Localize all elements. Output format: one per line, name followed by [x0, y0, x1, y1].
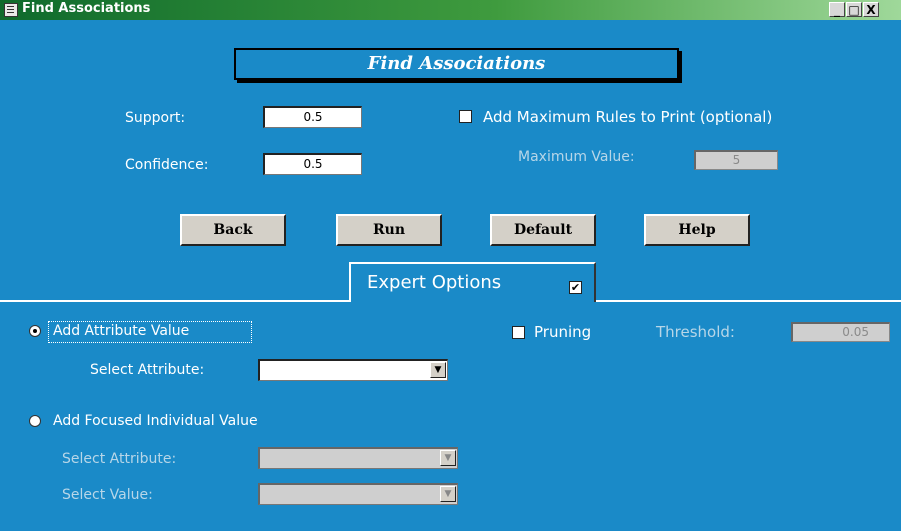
- attribute-value-radio[interactable]: [29, 325, 41, 337]
- form-icon: [4, 3, 18, 17]
- help-button[interactable]: Help: [644, 214, 750, 246]
- minimize-button[interactable]: _: [829, 2, 845, 17]
- maximize-button[interactable]: □: [846, 2, 862, 17]
- tab-baseline-left: [0, 300, 349, 302]
- focused-select-value-dropdown: ▼: [258, 483, 458, 505]
- confidence-label: Confidence:: [125, 157, 209, 173]
- max-rules-checkbox[interactable]: [459, 110, 472, 123]
- expert-options-checkbox[interactable]: ✔: [569, 281, 582, 294]
- close-button[interactable]: X: [863, 2, 879, 17]
- focused-select-attribute-label: Select Attribute:: [62, 451, 177, 467]
- support-label: Support:: [125, 110, 186, 126]
- title-bar[interactable]: Find Associations _ □ X: [0, 0, 901, 20]
- focused-value-radio[interactable]: [29, 415, 41, 427]
- select-attribute-dropdown[interactable]: ▼: [258, 359, 448, 381]
- max-value-label: Maximum Value:: [518, 149, 635, 165]
- focused-select-attribute-dropdown: ▼: [258, 447, 458, 469]
- dropdown-arrow-icon: ▼: [440, 450, 456, 466]
- threshold-label: Threshold:: [656, 323, 735, 341]
- default-button[interactable]: Default: [490, 214, 596, 246]
- pruning-checkbox[interactable]: [512, 326, 525, 339]
- focused-value-label: Add Focused Individual Value: [53, 413, 258, 429]
- max-value-input: 5: [694, 150, 778, 170]
- dropdown-arrow-icon[interactable]: ▼: [430, 362, 446, 378]
- dropdown-arrow-icon: ▼: [440, 486, 456, 502]
- back-button[interactable]: Back: [180, 214, 286, 246]
- attribute-value-label: Add Attribute Value: [53, 323, 190, 339]
- focused-select-value-label: Select Value:: [62, 487, 153, 503]
- max-rules-label: Add Maximum Rules to Print (optional): [483, 108, 773, 126]
- select-attribute-label: Select Attribute:: [90, 362, 205, 378]
- expert-options-label: Expert Options: [367, 272, 502, 293]
- radio-selected-dot: [33, 329, 37, 333]
- run-button[interactable]: Run: [336, 214, 442, 246]
- window-title: Find Associations: [22, 1, 151, 16]
- support-input[interactable]: 0.5: [263, 106, 362, 128]
- header-panel: Find Associations: [234, 48, 679, 80]
- threshold-input: 0.05: [791, 322, 890, 342]
- tab-baseline-right: [596, 300, 901, 302]
- pruning-label: Pruning: [534, 323, 592, 341]
- tab-expert-options[interactable]: Expert Options ✔: [349, 262, 596, 302]
- page-title: Find Associations: [367, 53, 546, 74]
- confidence-input[interactable]: 0.5: [263, 153, 362, 175]
